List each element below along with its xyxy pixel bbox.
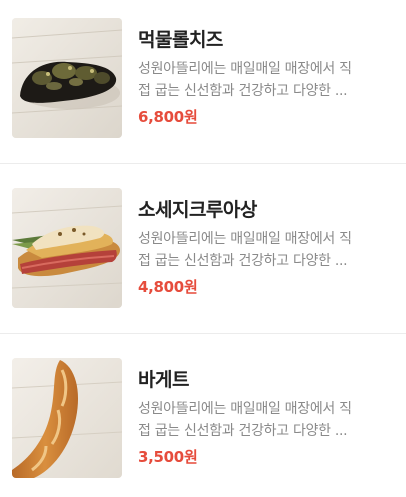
product-description-line: 접 굽는 신선함과 건강하고 다양한 ... bbox=[138, 253, 348, 269]
product-name[interactable]: 먹물롤치즈 bbox=[138, 27, 400, 53]
product-name[interactable]: 소세지크루아상 bbox=[138, 197, 400, 223]
product-image-squid-ink-cheese-roll[interactable] bbox=[12, 18, 122, 138]
product-price: 3,500원 bbox=[138, 448, 198, 466]
product-description-line: 접 굽는 신선함과 건강하고 다양한 ... bbox=[138, 423, 348, 439]
product-item-sausage-croissant[interactable]: 소세지크루아상 성원아뜰리에는 매일매일 매장에서 직 접 굽는 신선함과 건강… bbox=[0, 170, 406, 340]
product-description-line: 성원아뜰리에는 매일매일 매장에서 직 bbox=[138, 401, 352, 417]
baguette-image bbox=[12, 358, 122, 478]
divider bbox=[0, 163, 406, 164]
product-description-line: 성원아뜰리에는 매일매일 매장에서 직 bbox=[138, 61, 352, 77]
product-description-line: 접 굽는 신선함과 건강하고 다양한 ... bbox=[138, 83, 348, 99]
product-info: 먹물롤치즈 성원아뜰리에는 매일매일 매장에서 직 접 굽는 신선함과 건강하고… bbox=[138, 27, 400, 127]
product-item-squid-ink-cheese-roll[interactable]: 먹물롤치즈 성원아뜰리에는 매일매일 매장에서 직 접 굽는 신선함과 건강하고… bbox=[0, 0, 406, 170]
product-name[interactable]: 바게트 bbox=[138, 367, 400, 393]
product-description-line: 성원아뜰리에는 매일매일 매장에서 직 bbox=[138, 231, 352, 247]
product-list: 먹물롤치즈 성원아뜰리에는 매일매일 매장에서 직 접 굽는 신선함과 건강하고… bbox=[0, 0, 406, 497]
product-description: 성원아뜰리에는 매일매일 매장에서 직 접 굽는 신선함과 건강하고 다양한 .… bbox=[138, 228, 400, 272]
product-price: 6,800원 bbox=[138, 108, 198, 126]
product-image-sausage-croissant[interactable] bbox=[12, 188, 122, 308]
product-price: 4,800원 bbox=[138, 278, 198, 296]
product-description: 성원아뜰리에는 매일매일 매장에서 직 접 굽는 신선함과 건강하고 다양한 .… bbox=[138, 58, 400, 102]
product-info: 소세지크루아상 성원아뜰리에는 매일매일 매장에서 직 접 굽는 신선함과 건강… bbox=[138, 197, 400, 297]
product-info: 바게트 성원아뜰리에는 매일매일 매장에서 직 접 굽는 신선함과 건강하고 다… bbox=[138, 367, 400, 467]
product-description: 성원아뜰리에는 매일매일 매장에서 직 접 굽는 신선함과 건강하고 다양한 .… bbox=[138, 398, 400, 442]
sausage-croissant-image bbox=[12, 188, 122, 308]
product-item-baguette[interactable]: 바게트 성원아뜰리에는 매일매일 매장에서 직 접 굽는 신선함과 건강하고 다… bbox=[0, 340, 406, 497]
product-image-baguette[interactable] bbox=[12, 358, 122, 478]
squid-ink-cheese-roll-image bbox=[12, 18, 122, 138]
divider bbox=[0, 333, 406, 334]
